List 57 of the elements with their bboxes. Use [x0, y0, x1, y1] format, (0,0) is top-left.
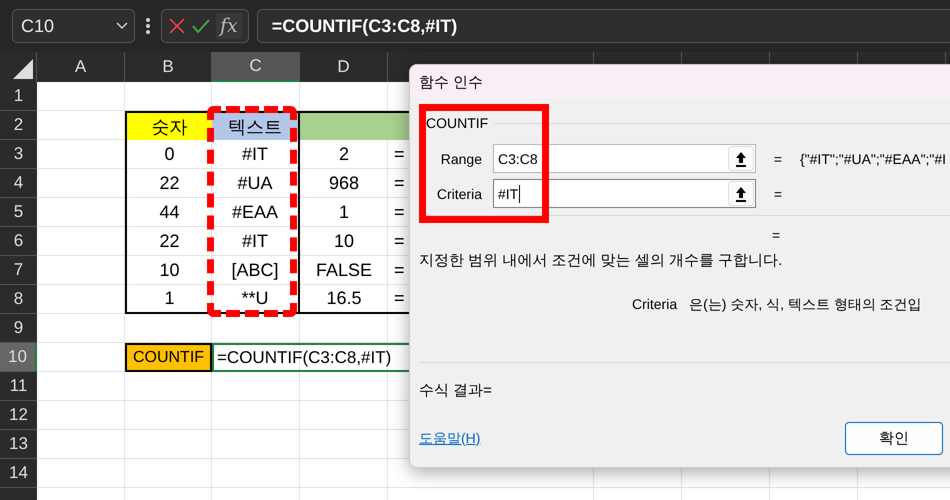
- selected-cell[interactable]: =COUNTIF(C3:C8,#IT): [212, 343, 409, 372]
- table-cell: 16.5: [300, 285, 388, 314]
- input-field[interactable]: #IT: [493, 179, 756, 208]
- table-cell: 22: [125, 227, 212, 256]
- column-header[interactable]: C: [212, 52, 300, 82]
- table-cell: 1: [125, 285, 212, 314]
- arrow-up-icon: [735, 150, 747, 166]
- function-name: COUNTIF: [426, 115, 488, 131]
- select-all-icon[interactable]: [13, 59, 33, 79]
- table-cell: #EAA: [212, 198, 300, 227]
- more-options-icon[interactable]: [145, 17, 151, 35]
- table-cell: =: [394, 173, 405, 194]
- table-cell: 0: [125, 140, 212, 169]
- formula-result: 수식 결과=: [419, 381, 493, 400]
- dropdown-caret-icon: [116, 22, 128, 30]
- name-box[interactable]: C10: [12, 9, 135, 43]
- table-cell: COUNTIF: [125, 343, 212, 372]
- table-cell: 44: [125, 198, 212, 227]
- cancel-icon[interactable]: [168, 17, 186, 35]
- help-link[interactable]: 도움말(H): [419, 430, 480, 448]
- equals-sign: =: [772, 150, 784, 166]
- equals-sign: =: [772, 227, 780, 243]
- argument-value: {"#IT";"#UA";"#EAA";"#I: [800, 150, 948, 166]
- argument-name: Criteria: [632, 296, 678, 314]
- dialog-title: 함수 인수: [419, 72, 484, 92]
- equals-sign: =: [772, 186, 784, 202]
- input-field[interactable]: C3:C8: [493, 144, 756, 173]
- formula-field[interactable]: =COUNTIF(C3:C8,#IT): [256, 9, 950, 43]
- table-cell: [ABC]: [212, 256, 300, 285]
- ok-button[interactable]: 확인: [845, 422, 943, 455]
- table-cell-text: 968: [328, 172, 360, 195]
- table-cell: =: [394, 202, 405, 223]
- row-header[interactable]: 10: [0, 343, 37, 372]
- table-cell: #IT: [212, 227, 300, 256]
- table-cell-text: 10: [332, 230, 356, 253]
- function-description: 지정한 범위 내에서 조건에 맞는 셀의 개수를 구합니다.: [419, 251, 784, 270]
- insert-function-button[interactable]: fx: [216, 13, 242, 39]
- collapse-button[interactable]: [728, 146, 754, 171]
- table-cell-text: FALSE: [314, 259, 374, 282]
- arrow-up-icon: [735, 186, 747, 202]
- collapse-button[interactable]: [728, 181, 754, 206]
- table-cell: 22: [125, 169, 212, 198]
- table-cell-text: 1: [338, 201, 350, 224]
- argument-label: Range: [440, 150, 482, 166]
- table-cell: **U: [212, 285, 300, 314]
- table-cell: =: [394, 260, 405, 281]
- table-cell: #UA: [212, 169, 300, 198]
- argument-label: Criteria: [436, 186, 482, 202]
- table-cell: #IT: [212, 140, 300, 169]
- table-cell: 10: [125, 256, 212, 285]
- table-cell-text: 2: [338, 143, 350, 166]
- table-cell: =: [394, 144, 405, 165]
- checkmark-icon[interactable]: [192, 17, 210, 35]
- header-cell: 숫자: [125, 111, 212, 140]
- table-cell: =: [394, 231, 405, 252]
- table-cell: =: [394, 288, 405, 309]
- argument-description: 은(는) 숫자, 식, 텍스트 형태의 조건입: [689, 296, 922, 314]
